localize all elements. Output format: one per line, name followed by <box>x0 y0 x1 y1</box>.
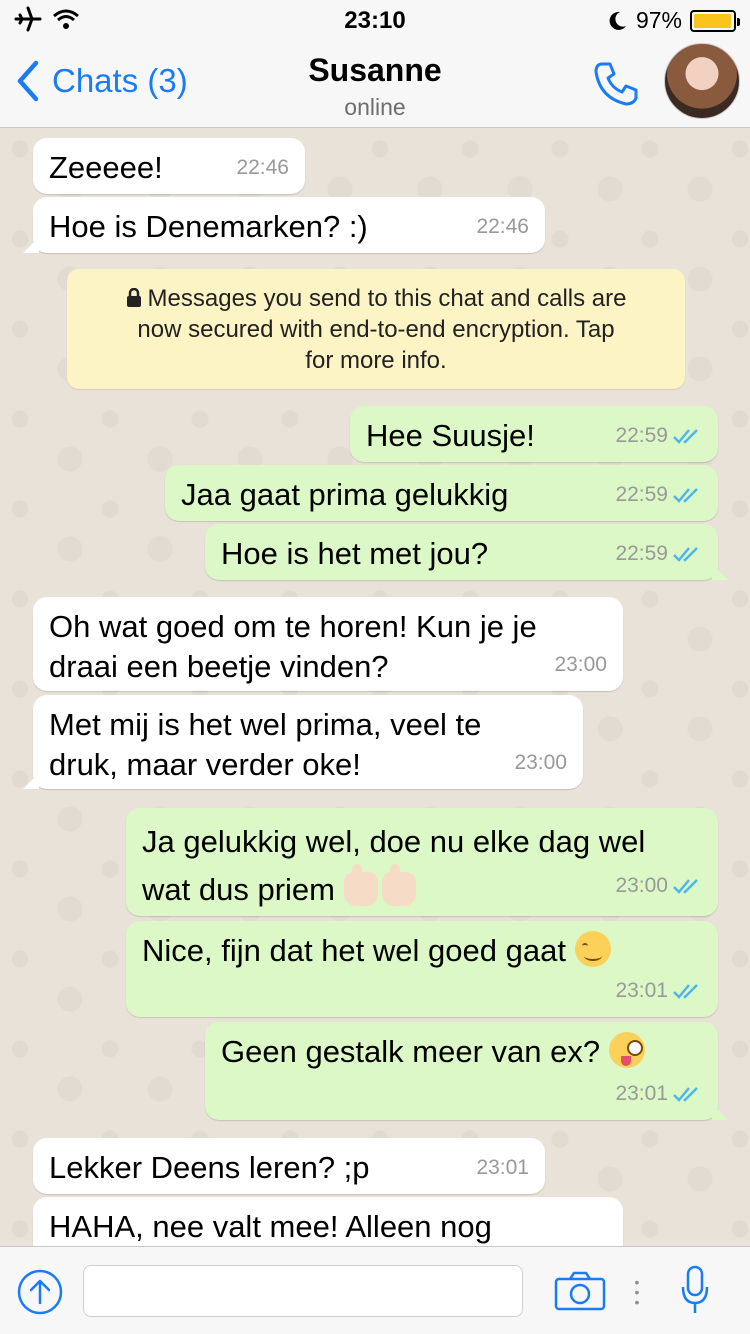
camera-button[interactable] <box>554 1271 606 1316</box>
message-text: Hoe is Denemarken? :) <box>49 209 368 244</box>
chat-header: Chats (3) Susanne online <box>0 40 750 128</box>
upload-icon <box>17 1269 63 1315</box>
phone-icon <box>594 62 638 106</box>
avatar[interactable] <box>664 43 740 119</box>
message-input[interactable] <box>83 1265 523 1317</box>
thumbs-up-icon <box>343 864 378 906</box>
message-text: Oh wat goed om te horen! Kun je je <box>49 609 537 644</box>
message-time: 22:59 <box>615 424 668 447</box>
moon-icon <box>609 11 626 30</box>
message-text: Lekker Deens leren? ;p <box>49 1150 370 1185</box>
message-time: 22:46 <box>236 156 289 179</box>
read-ticks-icon <box>673 547 698 562</box>
message-text: draai een beetje vinden? <box>49 649 389 684</box>
message-time: 22:59 <box>615 483 668 506</box>
battery-icon <box>690 9 740 32</box>
message-incoming[interactable]: HAHA, nee valt mee! Alleen nog <box>33 1197 623 1246</box>
message-time: 23:01 <box>476 1156 529 1179</box>
message-time: 22:59 <box>615 542 668 565</box>
message-time: 22:46 <box>476 215 529 238</box>
lock-icon <box>126 287 141 307</box>
message-text: Geen gestalk meer van ex? <box>221 1034 601 1069</box>
message-text: HAHA, nee valt mee! Alleen nog <box>49 1209 492 1244</box>
message-outgoing[interactable]: Nice, fijn dat het wel goed gaat 23:01 <box>126 921 718 1017</box>
read-ticks-icon <box>673 488 698 503</box>
battery-fill <box>694 13 731 28</box>
message-text: wat dus priem <box>142 872 335 907</box>
status-bar: 23:10 97% <box>0 0 750 40</box>
input-bar: • • • <box>0 1246 750 1334</box>
message-time: 23:01 <box>615 979 668 1002</box>
smiling-face-icon <box>574 931 611 967</box>
notice-line: for more info. <box>305 347 447 374</box>
message-outgoing[interactable]: Hee Suusje! 22:59 <box>350 406 718 462</box>
camera-icon <box>554 1271 606 1311</box>
message-outgoing[interactable]: Geen gestalk meer van ex? 23:01 <box>205 1022 728 1120</box>
call-button[interactable] <box>590 58 642 110</box>
message-text: Nice, fijn dat het wel goed gaat <box>142 933 566 968</box>
message-outgoing[interactable]: Hoe is het met jou? 22:59 <box>205 524 728 580</box>
message-time: 23:00 <box>514 751 567 774</box>
read-ticks-icon <box>673 429 698 444</box>
message-outgoing[interactable]: Jaa gaat prima gelukkig 22:59 <box>165 465 718 521</box>
message-incoming[interactable]: Lekker Deens leren? ;p 23:01 <box>33 1138 545 1194</box>
message-time: 23:00 <box>615 874 668 897</box>
encryption-notice[interactable]: Messages you send to this chat and calls… <box>67 269 685 389</box>
attach-button[interactable] <box>16 1268 64 1321</box>
read-ticks-icon <box>673 1087 698 1102</box>
message-incoming[interactable]: Oh wat goed om te horen! Kun je je draai… <box>33 597 623 691</box>
battery-percent: 97% <box>635 7 682 33</box>
message-incoming[interactable]: Zeeeee! 22:46 <box>33 138 305 194</box>
notice-line: now secured with end-to-end encryption. … <box>137 316 615 343</box>
read-ticks-icon <box>673 879 698 894</box>
winking-tongue-face-icon <box>608 1032 645 1068</box>
message-list[interactable]: Zeeeee! 22:46 Hoe is Denemarken? :) 22:4… <box>0 129 750 1246</box>
message-text: druk, maar verder oke! <box>49 747 361 782</box>
thumbs-up-icon <box>381 864 416 906</box>
message-incoming[interactable]: Met mij is het wel prima, veel te druk, … <box>23 695 583 789</box>
voice-button[interactable] <box>680 1265 710 1320</box>
read-ticks-icon <box>673 984 698 999</box>
message-time: 23:01 <box>615 1082 668 1105</box>
message-text: Met mij is het wel prima, veel te <box>49 707 482 742</box>
message-outgoing[interactable]: Ja gelukkig wel, doe nu elke dag wel wat… <box>126 808 718 916</box>
more-dots: • • • <box>634 1274 640 1310</box>
message-time: 23:00 <box>554 653 607 676</box>
microphone-icon <box>681 1265 709 1313</box>
notice-line: Messages you send to this chat and calls… <box>147 285 627 312</box>
message-incoming[interactable]: Hoe is Denemarken? :) 22:46 <box>23 197 545 253</box>
message-text: Ja gelukkig wel, doe nu elke dag wel <box>142 824 646 859</box>
